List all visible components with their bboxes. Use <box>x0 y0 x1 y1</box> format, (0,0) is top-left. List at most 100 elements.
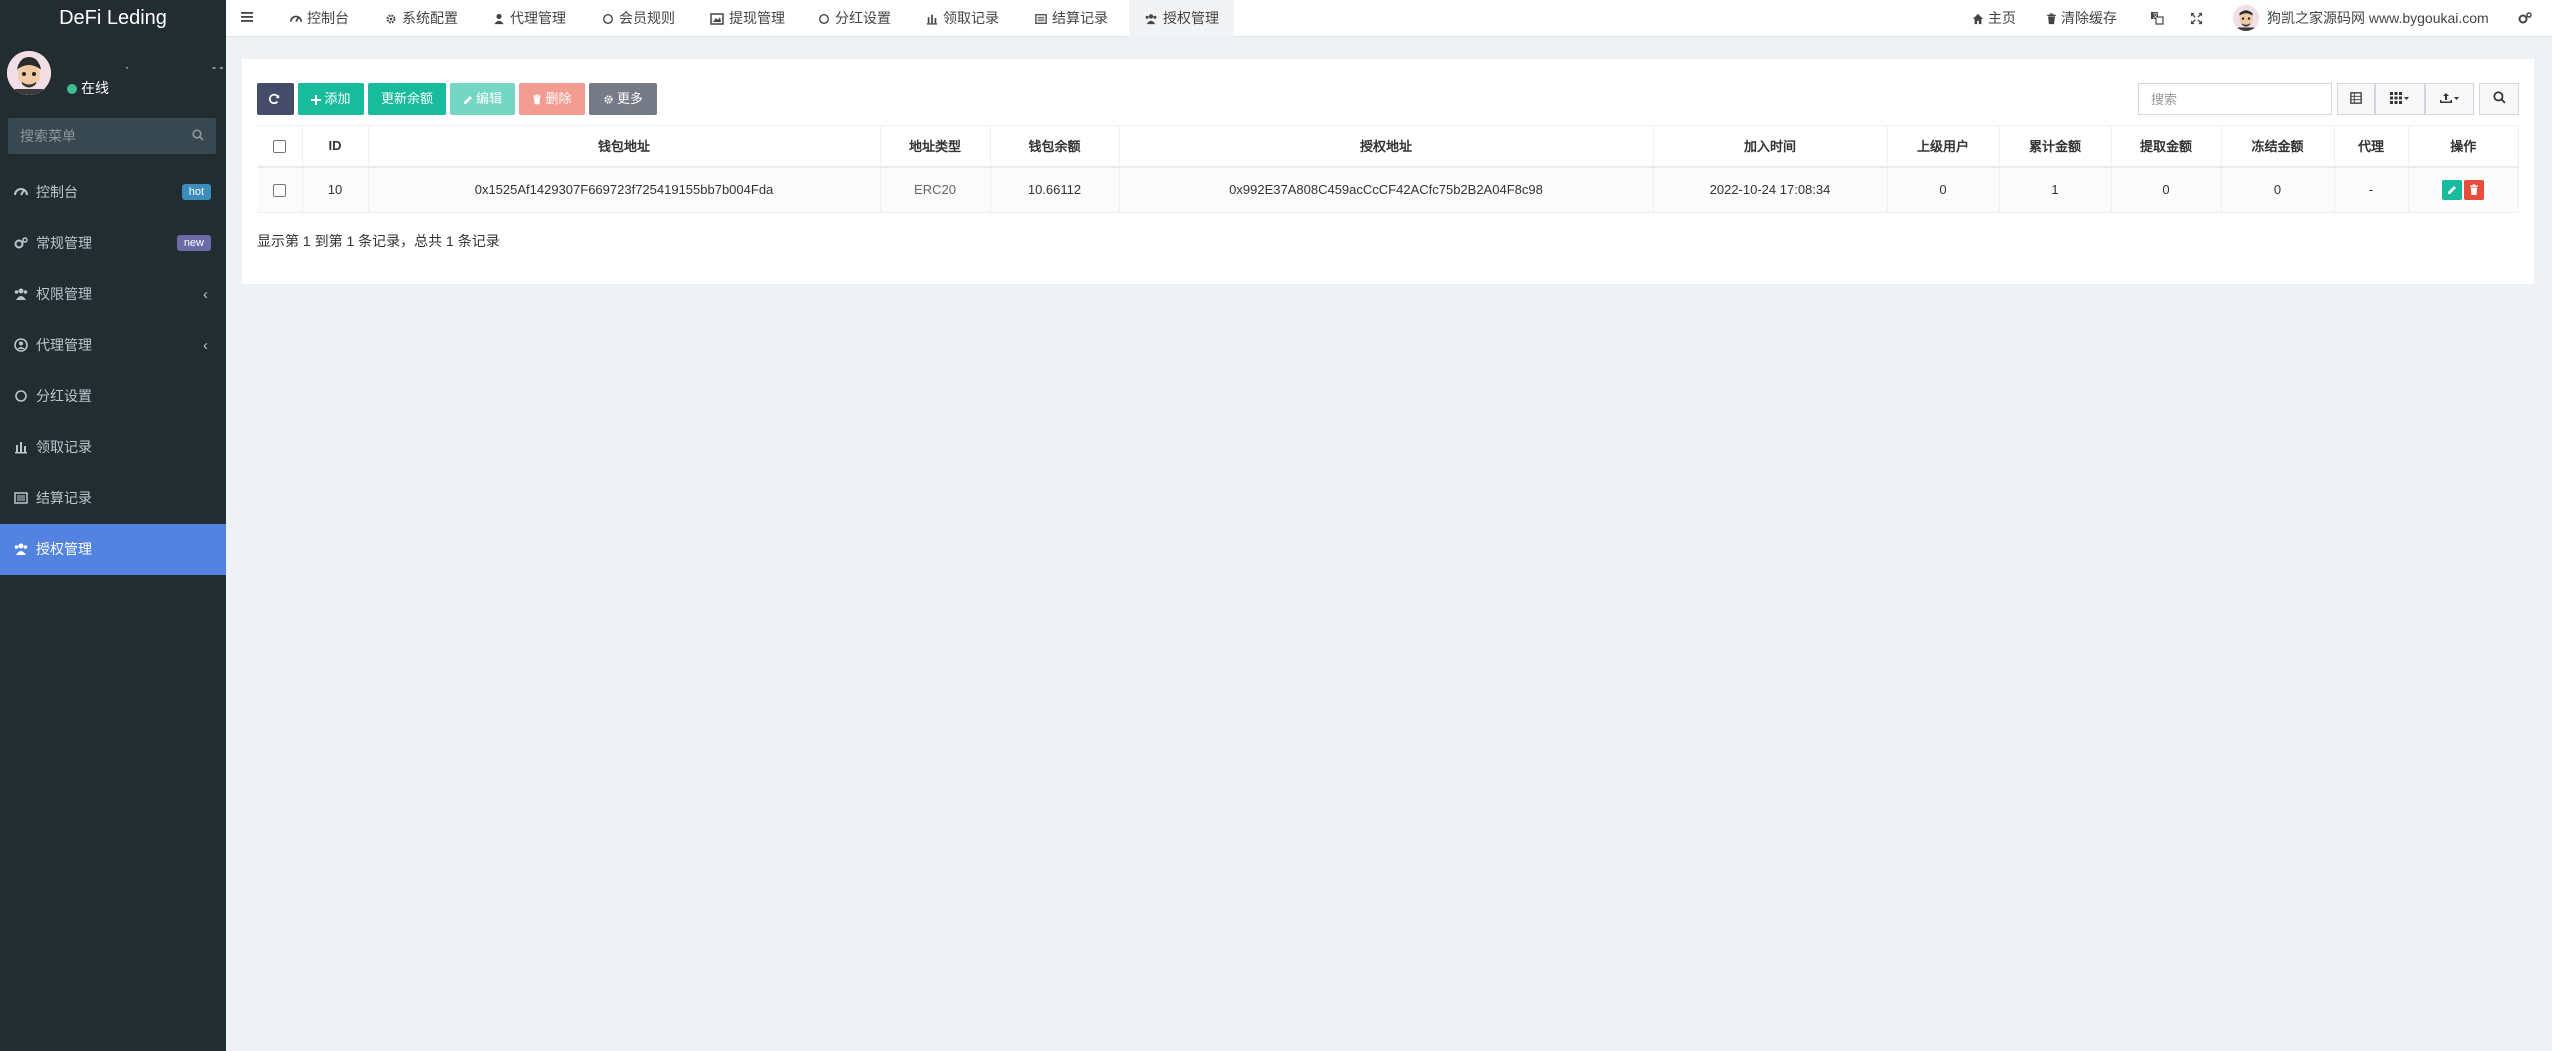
table-icon <box>2350 92 2362 104</box>
export-dropdown[interactable] <box>2425 83 2474 115</box>
plus-icon <box>311 95 322 105</box>
user-circle-icon <box>14 338 28 352</box>
users-icon <box>14 543 28 555</box>
bar-chart-icon <box>926 14 938 25</box>
row-edit-button[interactable] <box>2442 179 2463 200</box>
column-header[interactable]: ID <box>302 125 369 168</box>
column-header[interactable]: 提取金额 <box>2111 125 2222 168</box>
users-icon <box>1145 14 1157 25</box>
table-row[interactable]: 10 0x1525Af1429307F669723f725419155bb7b0… <box>257 166 2519 213</box>
edit-button[interactable]: 编辑 <box>450 83 515 115</box>
sidebar-item-claims[interactable]: 领取记录 <box>0 422 226 473</box>
pencil-icon <box>463 96 472 104</box>
list-alt-icon <box>14 492 28 504</box>
search-icon[interactable] <box>192 128 204 144</box>
user-status-text: 在线 <box>81 80 109 96</box>
table-search <box>2138 83 2332 115</box>
tab-claim-records[interactable]: 领取记录 <box>911 0 1014 37</box>
hamburger-menu-icon[interactable] <box>240 10 254 27</box>
tab-withdrawal[interactable]: 提现管理 <box>695 0 800 37</box>
select-all-checkbox[interactable] <box>272 140 286 154</box>
column-header[interactable]: 钱包余额 <box>990 125 1120 168</box>
column-header[interactable]: 授权地址 <box>1119 125 1654 168</box>
sidebar-item-label: 常规管理 <box>36 235 92 251</box>
list-alt-icon <box>1035 14 1047 24</box>
pagination-info: 显示第 1 到第 1 条记录，总共 1 条记录 <box>257 233 500 249</box>
sidebar-search-input[interactable] <box>8 118 216 154</box>
columns-dropdown[interactable] <box>2375 83 2425 115</box>
home-link[interactable]: 主页 <box>1972 0 2016 37</box>
tab-settlement-records[interactable]: 结算记录 <box>1020 0 1123 37</box>
row-checkbox[interactable] <box>272 184 286 198</box>
cell-balance: 10.66112 <box>990 166 1120 213</box>
sidebar-item-label: 授权管理 <box>36 541 92 557</box>
sidebar-item-authorization[interactable]: 授权管理 <box>0 524 226 575</box>
column-header[interactable]: 加入时间 <box>1653 125 1888 168</box>
settings-toggle[interactable] <box>2518 0 2536 37</box>
export-icon <box>2439 93 2459 103</box>
home-icon <box>1972 13 1984 25</box>
tab-authorization[interactable]: 授权管理 <box>1129 0 1234 37</box>
sidebar-item-agents[interactable]: 代理管理 ‹ <box>0 320 226 371</box>
sidebar-item-permissions[interactable]: 权限管理 ‹ <box>0 269 226 320</box>
update-balance-label: 更新余额 <box>380 91 433 106</box>
cell-type: ERC20 <box>880 166 991 213</box>
cell-wallet: 0x1525Af1429307F669723f725419155bb7b004F… <box>368 166 881 213</box>
columns-icon <box>2390 92 2409 104</box>
image-icon <box>710 13 724 25</box>
column-header[interactable]: 钱包地址 <box>368 125 881 168</box>
bar-chart-icon <box>15 442 27 454</box>
tab-agent-management[interactable]: 代理管理 <box>478 0 581 37</box>
delete-label: 删除 <box>545 91 572 106</box>
cell-actions <box>2408 166 2519 213</box>
sidebar-item-label: 领取记录 <box>36 439 92 455</box>
clear-cache-button[interactable]: 清除缓存 <box>2046 0 2117 37</box>
sidebar-item-label: 代理管理 <box>36 337 92 353</box>
column-header[interactable]: 冻结金额 <box>2221 125 2335 168</box>
more-button[interactable]: 更多 <box>589 83 657 115</box>
user-menu[interactable]: 狗凯之家源码网 www.bygoukai.com <box>2233 0 2489 37</box>
table-header-row: ID 钱包地址 地址类型 钱包余额 授权地址 加入时间 上级用户 累计金额 提取… <box>257 125 2519 168</box>
tab-dashboard[interactable]: 控制台 <box>275 0 364 37</box>
sidebar-item-dividend[interactable]: 分红设置 <box>0 371 226 422</box>
tab-dividend-settings[interactable]: 分红设置 <box>803 0 906 37</box>
update-balance-button[interactable]: 更新余额 <box>368 83 446 115</box>
table-search-input[interactable] <box>2139 84 2331 114</box>
fullscreen-toggle[interactable] <box>2190 0 2207 37</box>
row-delete-button[interactable] <box>2464 179 2485 200</box>
tab-member-rules[interactable]: 会员规则 <box>587 0 690 37</box>
sidebar-item-settlement[interactable]: 结算记录 <box>0 473 226 524</box>
column-header[interactable]: 累计金额 <box>1999 125 2112 168</box>
dashboard-icon <box>14 188 28 196</box>
advanced-search-button[interactable] <box>2479 83 2519 115</box>
tab-system-config[interactable]: 系统配置 <box>370 0 473 37</box>
chevron-left-icon: ‹ <box>203 337 208 354</box>
cogs-icon <box>2518 12 2532 24</box>
toggle-view-button[interactable] <box>2337 83 2375 115</box>
circle-icon <box>15 390 27 402</box>
data-table: ID 钱包地址 地址类型 钱包余额 授权地址 加入时间 上级用户 累计金额 提取… <box>257 125 2519 213</box>
user-decoration: · <box>125 60 129 74</box>
gear-icon <box>604 95 613 104</box>
app-logo[interactable]: DeFi Leding <box>0 0 226 38</box>
sidebar-item-label: 结算记录 <box>36 490 92 506</box>
sidebar-item-dashboard[interactable]: 控制台 hot <box>0 167 226 218</box>
cell-agent: - <box>2334 166 2409 213</box>
sidebar-item-general[interactable]: 常规管理 new <box>0 218 226 269</box>
add-button[interactable]: 添加 <box>298 83 364 115</box>
tab-label: 分红设置 <box>835 10 891 26</box>
trash-icon <box>2470 184 2479 195</box>
cogs-icon <box>14 237 28 249</box>
user-status: 在线 <box>67 78 109 98</box>
tab-label: 会员规则 <box>619 10 675 26</box>
cell-join-time: 2022-10-24 17:08:34 <box>1653 166 1888 213</box>
sidebar-item-label: 分红设置 <box>36 388 92 404</box>
column-header[interactable]: 代理 <box>2334 125 2409 168</box>
refresh-button[interactable] <box>257 83 294 115</box>
delete-button[interactable]: 删除 <box>519 83 585 115</box>
column-header[interactable]: 上级用户 <box>1887 125 2000 168</box>
language-switch[interactable]: 文 <box>2150 0 2168 37</box>
chevron-left-icon: ‹ <box>203 286 208 303</box>
column-header[interactable]: 地址类型 <box>880 125 991 168</box>
cell-parent: 0 <box>1887 166 2000 213</box>
